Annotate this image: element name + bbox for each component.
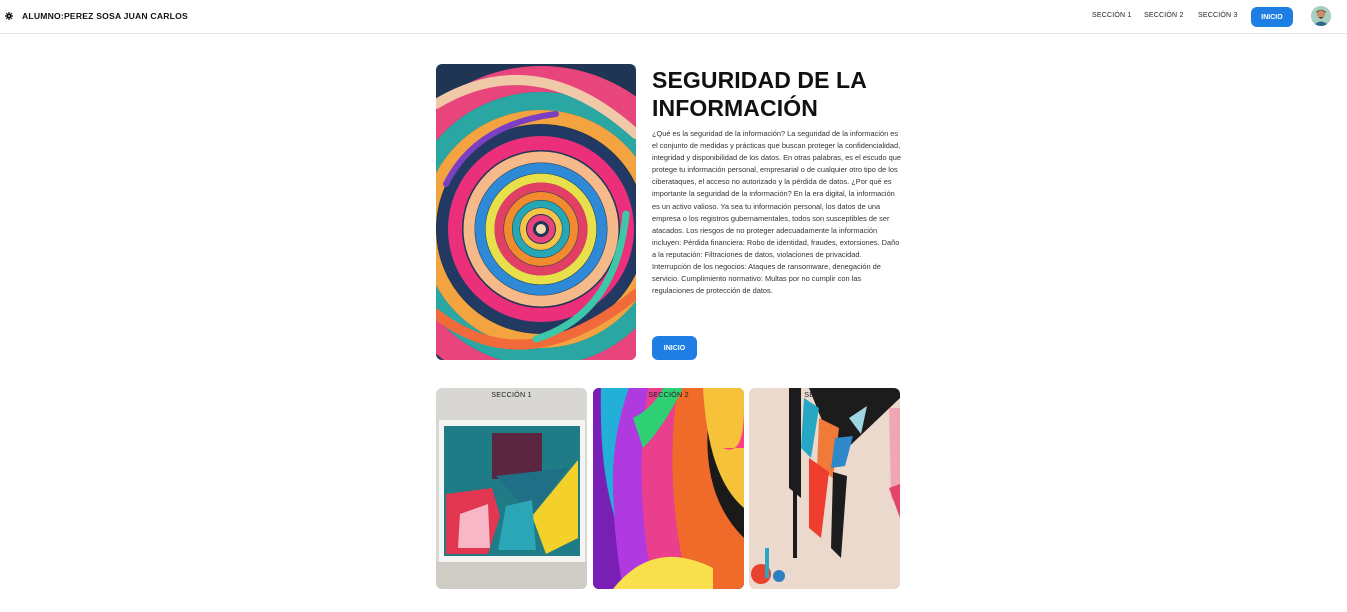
inicio-hero-button[interactable]: INICIO [652,336,697,360]
page-title: SEGURIDAD DE LA INFORMACIÓN [652,67,867,121]
card-label: SECCIÓN 2 [648,390,689,399]
hero-swirl-artwork [436,64,636,360]
section-card-3[interactable]: SECCIÓN 3 [749,388,900,589]
abstract-shards-artwork [749,388,900,589]
section-card-2[interactable]: SECCIÓN 2 [593,388,744,589]
section-card-1[interactable]: SECCIÓN 1 [436,388,587,589]
card-label: SECCIÓN 1 [491,390,532,399]
brand[interactable]: ALUMNO:PEREZ SOSA JUAN CARLOS [5,11,188,21]
inicio-nav-button[interactable]: INICIO [1251,7,1293,27]
abstract-waves-artwork [593,388,744,589]
abstract-frame-artwork [436,388,587,589]
nav-link-seccion-1[interactable]: SECCIÓN 1 [1092,12,1132,19]
gear-icon [5,12,13,20]
hero-description: ¿Qué es la seguridad de la información? … [652,129,901,296]
top-navigation-bar: ALUMNO:PEREZ SOSA JUAN CARLOS SECCIÓN 1 … [0,0,1347,34]
nav-link-seccion-3[interactable]: SECCIÓN 3 [1198,12,1238,19]
nav-link-seccion-2[interactable]: SECCIÓN 2 [1144,12,1184,19]
card-label: SECCIÓN 3 [804,390,845,399]
user-avatar-icon[interactable] [1311,6,1331,26]
brand-title: ALUMNO:PEREZ SOSA JUAN CARLOS [22,11,188,21]
